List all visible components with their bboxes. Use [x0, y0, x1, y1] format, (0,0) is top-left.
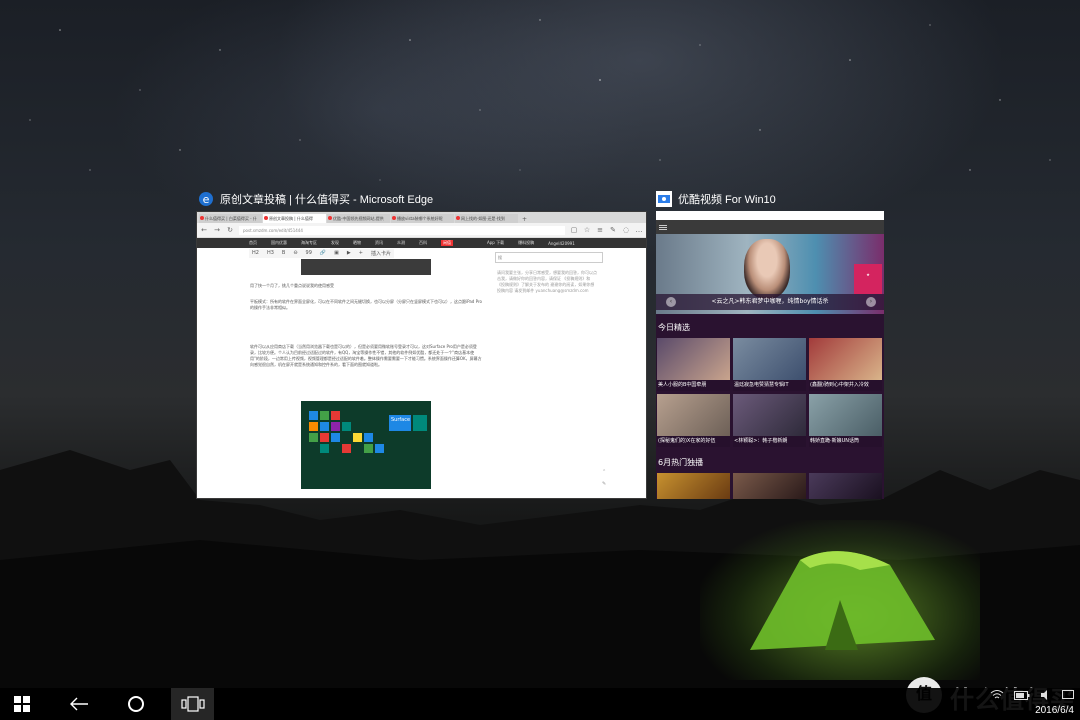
youku-window-thumbnail[interactable]: ★ <云之凡>韩东君梦中咖喱，纯情boy情话杀 ‹ › 今日精选 美人小服的B中…	[656, 211, 884, 499]
site-nav-item[interactable]: 首页	[249, 240, 257, 246]
article-image-startscreen: Surface	[301, 401, 431, 489]
url-field[interactable]: post.smzdm.com/edit/451444	[239, 225, 565, 235]
h2-button[interactable]: H2	[252, 250, 259, 257]
battery-icon[interactable]	[1014, 690, 1030, 703]
banner-portrait	[744, 239, 790, 299]
cortana-circle-icon[interactable]	[114, 688, 157, 720]
taskbar	[0, 688, 1080, 720]
video-card-caption: (鑫翻)骑到心中架并入冷效	[809, 380, 882, 391]
back-arrow-icon[interactable]	[57, 688, 100, 720]
volume-icon[interactable]	[1040, 690, 1052, 703]
h3-button[interactable]: H3	[267, 250, 274, 257]
youku-header	[656, 220, 884, 234]
site-nav-item[interactable]: 资讯	[375, 240, 383, 246]
edge-tab[interactable]: 优酷-中国领先视频网站,提供	[327, 214, 390, 223]
youku-app-icon	[656, 191, 672, 207]
site-nav-item[interactable]: 闲值	[441, 240, 453, 246]
edge-window-thumbnail[interactable]: 什么值得买 | 白菜值得买 - 什 原创文章投稿 | 什么值得 优酷-中国领先视…	[196, 211, 647, 499]
video-card[interactable]: (探秘鬼们的)X在家的好伍	[657, 394, 730, 447]
site-nav-item[interactable]: 国内优惠	[271, 240, 287, 246]
share-icon[interactable]: ◌	[622, 226, 630, 234]
refresh-icon[interactable]: ↻	[226, 226, 234, 234]
page-scroll-tools[interactable]: ⌃ ✎	[602, 469, 612, 487]
banner-ad-tile: ★	[854, 264, 882, 294]
site-nav-right[interactable]: App 下载	[487, 240, 504, 246]
edge-tab[interactable]: 网上找的·如图·还是·找到	[455, 214, 518, 223]
windows-start-icon[interactable]	[0, 688, 43, 720]
edge-icon: e	[198, 191, 214, 207]
article-paragraph: 软件可以从应用商店下载（当然用浏览器下载也是可以的），但是必须要用微软账号登录才…	[250, 344, 482, 367]
site-nav-item[interactable]: 百科	[419, 240, 427, 246]
section-title-june: 6月热门独播	[658, 458, 704, 467]
editor-toolbar: H2 H3 B ⊖ 99 🔗 ▣ ▶ + 插入卡片	[249, 249, 394, 258]
start-tile-label: Surface	[389, 415, 411, 431]
forward-icon[interactable]: →	[213, 226, 221, 234]
web-note-icon[interactable]: ✎	[609, 226, 617, 234]
video-card-caption: 温廷寂急电赞猜慧专辑IT	[733, 380, 806, 391]
banner-caption: <云之凡>韩东君梦中咖喱，纯情boy情话杀	[656, 294, 884, 310]
site-nav: 首页 国内优惠 海淘专区 发现 晒物 资讯 众测 百科 闲值 App 下载 爆料…	[197, 238, 646, 248]
hamburger-menu-icon[interactable]	[659, 224, 667, 230]
article-paragraph: 平板模式：所有的软件在界面全屏化，可以在不同软件之间无缝切换，也可以分屏（分屏只…	[250, 299, 482, 310]
new-tab-icon[interactable]: +	[519, 216, 530, 223]
wifi-icon[interactable]	[990, 690, 1004, 703]
video-card[interactable]: (鑫翻)骑到心中架并入冷效	[809, 338, 882, 391]
edge-tab[interactable]: 播放vista装哪个系统好呢	[391, 214, 454, 223]
edge-window-title[interactable]: e 原创文章投稿 | 什么值得买 - Microsoft Edge	[198, 191, 433, 207]
edge-tabbar: 什么值得买 | 白菜值得买 - 什 原创文章投稿 | 什么值得 优酷-中国领先视…	[197, 212, 646, 223]
banner-prev-icon[interactable]: ‹	[666, 297, 676, 307]
svg-text:e: e	[203, 193, 210, 206]
system-tray	[990, 690, 1074, 703]
youku-window-title-text: 优酷视频 For Win10	[678, 194, 776, 206]
video-card-thumb[interactable]	[657, 473, 730, 499]
edge-address-bar: ← → ↻ post.smzdm.com/edit/451444 ▢ ☆ ≡ ✎…	[197, 223, 646, 238]
banner-next-icon[interactable]: ›	[866, 297, 876, 307]
site-nav-right[interactable]: Angel420991	[548, 241, 575, 246]
video-card-caption: <林颖聪>：韩子楷新朗	[733, 436, 806, 447]
article-image	[301, 259, 431, 275]
edge-tab-active[interactable]: 原创文章投稿 | 什么值得	[263, 214, 326, 223]
site-nav-item[interactable]: 发现	[331, 240, 339, 246]
edge-tab[interactable]: 什么值得买 | 白菜值得买 - 什	[199, 214, 262, 223]
reading-view-icon[interactable]: ▢	[570, 226, 578, 234]
strike-button[interactable]: ⊖	[293, 250, 297, 257]
insert-card-button[interactable]: 插入卡片	[371, 250, 391, 257]
section-title-today: 今日精选	[658, 323, 690, 332]
link-button[interactable]: 🔗	[320, 250, 326, 257]
video-card[interactable]: 温廷寂急电赞猜慧专辑IT	[733, 338, 806, 391]
taskbar-clock-date[interactable]: 2016/6/4	[1035, 705, 1074, 716]
video-card[interactable]: 美人小服的B中国牵朋	[657, 338, 730, 391]
site-nav-right[interactable]: 爆料投稿	[518, 240, 534, 246]
image-button[interactable]: ▣	[334, 250, 339, 257]
video-card-thumb[interactable]	[809, 473, 882, 499]
youku-window-title[interactable]: 优酷视频 For Win10	[656, 191, 776, 207]
action-center-icon[interactable]	[1062, 690, 1074, 703]
bold-button[interactable]: B	[282, 250, 285, 257]
video-button[interactable]: ▶	[347, 250, 351, 257]
hub-icon[interactable]: ≡	[596, 226, 604, 234]
quote-button[interactable]: 99	[306, 250, 312, 257]
video-card[interactable]: <林颖聪>：韩子楷新朗	[733, 394, 806, 447]
video-card-caption: 韩娇直跪·新娘UN话筒	[809, 436, 882, 447]
video-card[interactable]: 韩娇直跪·新娘UN话筒	[809, 394, 882, 447]
task-view-icon[interactable]	[171, 688, 214, 720]
video-card-caption: (探秘鬼们的)X在家的好伍	[657, 436, 730, 447]
back-icon[interactable]: ←	[200, 226, 208, 234]
site-nav-item[interactable]: 海淘专区	[301, 240, 317, 246]
favorite-star-icon[interactable]: ☆	[583, 226, 591, 234]
video-card-caption: 美人小服的B中国牵朋	[657, 380, 730, 391]
sidebar-notice: 请问我要主张，分享日常感受，想要我的回答，你可以点击我，请做好你的回答内容，请保…	[497, 270, 597, 293]
insert-card-icon[interactable]: +	[359, 250, 363, 257]
video-card-thumb[interactable]	[733, 473, 806, 499]
more-icon[interactable]: …	[635, 226, 643, 234]
site-nav-item[interactable]: 众测	[397, 240, 405, 246]
tent-image	[750, 551, 935, 650]
site-nav-item[interactable]: 晒物	[353, 240, 361, 246]
edge-window-title-text: 原创文章投稿 | 什么值得买 - Microsoft Edge	[220, 194, 434, 206]
article-paragraph: 用了快一个月了，挑几个重点说说我的使用感受	[250, 283, 334, 288]
sidebar-search-input[interactable]: 搜	[495, 252, 603, 263]
